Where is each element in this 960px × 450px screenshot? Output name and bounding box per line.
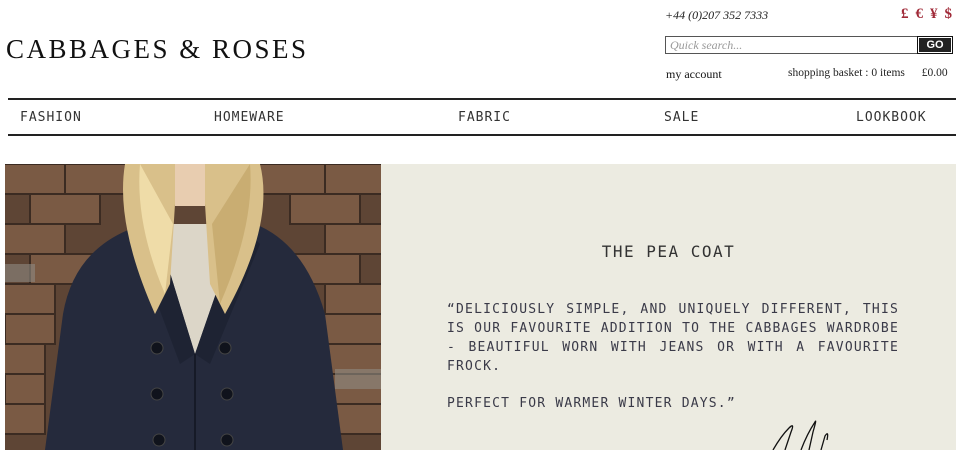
shopping-basket[interactable]: shopping basket : 0 items £0.00 (788, 67, 948, 79)
nav-bottom-rule (8, 134, 956, 136)
currency-jpy[interactable]: ¥ (930, 6, 938, 23)
currency-eur[interactable]: € (916, 6, 924, 23)
nav-item-homeware[interactable]: HOMEWARE (214, 110, 285, 125)
phone-number: +44 (0)207 352 7333 (665, 8, 769, 22)
product-title[interactable]: THE PEA COAT (381, 242, 956, 261)
my-account-link[interactable]: my account (666, 67, 722, 82)
hero-photo[interactable] (5, 164, 381, 450)
currency-usd[interactable]: $ (945, 6, 953, 23)
nav-item-sale[interactable]: SALE (664, 110, 699, 125)
quote-text: “DELICIOUSLY SIMPLE, AND UNIQUELY DIFFER… (447, 302, 899, 374)
hero-panel: THE PEA COAT “DELICIOUSLY SIMPLE, AND UN… (381, 164, 956, 450)
currency-gbp[interactable]: £ (901, 6, 909, 23)
handwritten-signature-icon (772, 420, 829, 450)
nav-item-lookbook[interactable]: LOOKBOOK (856, 110, 927, 125)
currency-selector: £ € ¥ $ (901, 6, 952, 23)
nav-item-fabric[interactable]: FABRIC (458, 110, 511, 125)
site-logo[interactable]: CABBAGES & ROSES (6, 34, 309, 65)
quick-search: GO (665, 36, 953, 54)
search-go-button[interactable]: GO (917, 36, 953, 54)
quote-text-end: PERFECT FOR WARMER WINTER DAYS.” (447, 396, 736, 411)
basket-total: £0.00 (921, 67, 948, 79)
basket-label: shopping basket : 0 items (788, 67, 905, 79)
model-in-navy-pea-coat-image (5, 164, 381, 450)
nav-item-fashion[interactable]: FASHION (20, 110, 82, 125)
main-nav: FASHION HOMEWARE FABRIC SALE LOOKBOOK (8, 100, 956, 134)
product-quote: “DELICIOUSLY SIMPLE, AND UNIQUELY DIFFER… (447, 300, 899, 413)
search-input[interactable] (665, 36, 917, 54)
